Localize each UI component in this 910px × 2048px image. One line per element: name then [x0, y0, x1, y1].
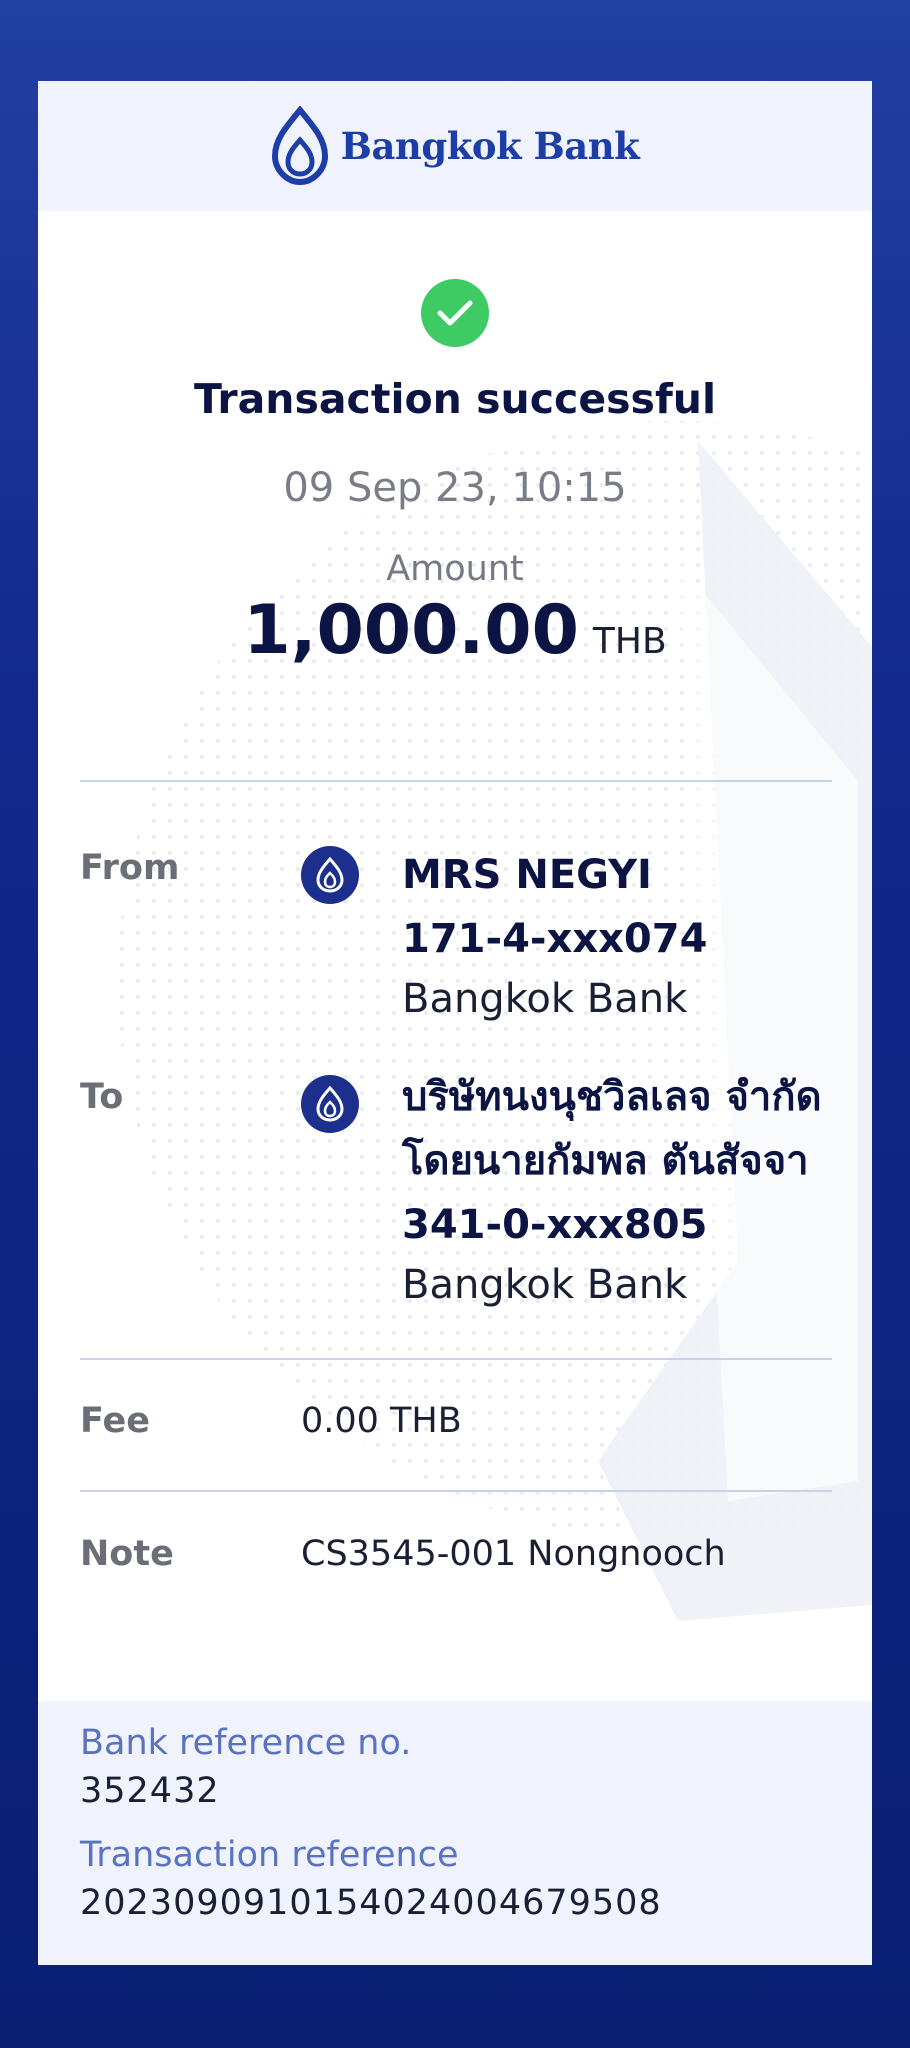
to-name-line2: โดยนายกัมพล ตันสัจจา — [402, 1138, 809, 1184]
divider — [80, 1358, 832, 1360]
from-account: MRS NEGYI 171-4-xxx074 Bangkok Bank — [402, 843, 862, 1027]
to-account: บริษัทนงนุชวิลเลจ จำกัด โดยนายกัมพล ตันส… — [402, 1074, 862, 1313]
bank-reference-value: 352432 — [80, 1771, 220, 1811]
divider — [80, 780, 832, 782]
note-value: CS3545-001 Nongnooch — [301, 1534, 726, 1574]
bank-header: Bangkok Bank — [38, 81, 872, 211]
bank-lotus-icon — [301, 846, 359, 904]
amount-label: Amount — [386, 549, 524, 589]
from-bank: Bangkok Bank — [402, 976, 688, 1022]
success-check-icon — [421, 279, 489, 347]
amount-value: 1,000.00 — [243, 591, 579, 670]
from-account-number: 171-4-xxx074 — [402, 916, 708, 962]
bangkok-bank-lotus-icon — [271, 106, 328, 186]
fee-value: 0.00 THB — [301, 1401, 462, 1441]
transaction-status: Transaction successful 09 Sep 23, 10:15 … — [38, 279, 872, 670]
fee-label: Fee — [80, 1401, 150, 1441]
from-name: MRS NEGYI — [402, 852, 652, 898]
amount-currency: THB — [592, 621, 667, 662]
note-label: Note — [80, 1534, 174, 1574]
transaction-datetime: 09 Sep 23, 10:15 — [283, 465, 627, 511]
divider — [80, 1490, 832, 1492]
status-title: Transaction successful — [193, 375, 717, 423]
amount-row: 1,000.00 THB — [38, 591, 872, 670]
transaction-reference-value: 2023090910154024004679508 — [80, 1883, 662, 1923]
bank-logo: Bangkok Bank — [271, 106, 640, 186]
bank-reference-label: Bank reference no. — [80, 1723, 412, 1763]
references-section: Bank reference no. 352432 Transaction re… — [38, 1701, 872, 1965]
to-account-number: 341-0-xxx805 — [402, 1202, 708, 1248]
to-bank: Bangkok Bank — [402, 1262, 688, 1308]
to-name-line1: บริษัทนงนุชวิลเลจ จำกัด — [402, 1074, 822, 1120]
bank-lotus-icon — [301, 1075, 359, 1133]
receipt-card: Bangkok Bank Transaction successful 09 S… — [38, 81, 872, 1965]
to-label: To — [80, 1077, 124, 1117]
from-label: From — [80, 848, 180, 888]
transaction-reference-label: Transaction reference — [80, 1835, 459, 1875]
bank-name: Bangkok Bank — [340, 124, 640, 168]
